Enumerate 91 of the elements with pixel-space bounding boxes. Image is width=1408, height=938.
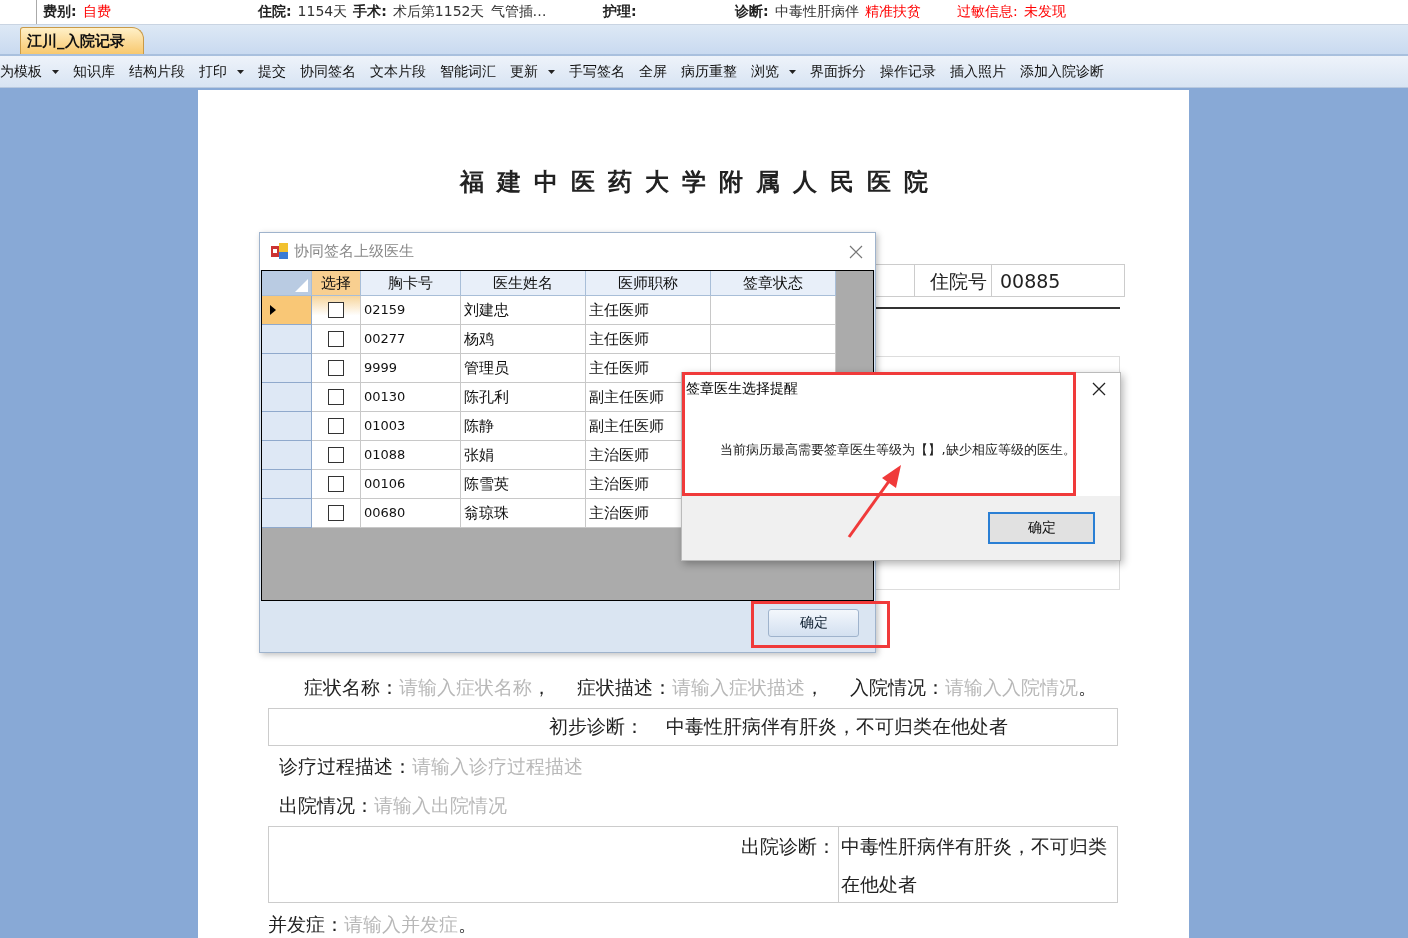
info-value: 1154天 bbox=[297, 3, 348, 21]
punctuation-mark: 。 bbox=[458, 912, 477, 937]
table-cell: 管理员 bbox=[461, 354, 586, 383]
field-label: 入院情况： bbox=[850, 675, 945, 700]
checkbox[interactable] bbox=[328, 302, 344, 318]
field-value: 中毒性肝病伴有肝炎，不可归类在他处者 bbox=[666, 714, 1008, 739]
confirm-button[interactable]: 确定 bbox=[768, 609, 859, 637]
table-cell: 02159 bbox=[361, 296, 461, 325]
checkbox[interactable] bbox=[328, 447, 344, 463]
table-cell: 01088 bbox=[361, 441, 461, 470]
table-cell: 00130 bbox=[361, 383, 461, 412]
current-row-icon bbox=[270, 305, 276, 315]
table-cell: 张娟 bbox=[461, 441, 586, 470]
toolbar-button[interactable]: 界面拆分 bbox=[810, 62, 866, 81]
table-cell: 00680 bbox=[361, 499, 461, 528]
toolbar-button[interactable]: 智能词汇 bbox=[440, 62, 496, 81]
table-cell: 01003 bbox=[361, 412, 461, 441]
alert-text: 过敏信息: bbox=[957, 3, 1018, 21]
alert-text: 自费 bbox=[82, 3, 111, 21]
column-header[interactable]: 选择 bbox=[312, 271, 361, 296]
toolbar-button[interactable]: 插入照片 bbox=[950, 62, 1006, 81]
table-cell: 陈静 bbox=[461, 412, 586, 441]
alert-text: 未发现 bbox=[1023, 3, 1066, 21]
toolbar-button[interactable]: 浏览 bbox=[751, 62, 779, 81]
document-tab[interactable]: 江川_入院记录 bbox=[20, 27, 144, 54]
caret-icon[interactable] bbox=[52, 69, 59, 74]
punctuation-mark: ， bbox=[805, 675, 824, 700]
field-value: 中毒性肝病伴有肝炎，不可归类在他处者 bbox=[840, 834, 1108, 897]
field-label: 住院号 bbox=[915, 265, 992, 296]
field-label: 初步诊断： bbox=[549, 714, 644, 739]
toolbar-button[interactable]: 文本片段 bbox=[370, 62, 426, 81]
toolbar-button[interactable]: 全屏 bbox=[639, 62, 667, 81]
alert-text: 精准扶贫 bbox=[864, 3, 921, 21]
toolbar-button[interactable]: 提交 bbox=[258, 62, 286, 81]
column-header[interactable]: 医师职称 bbox=[586, 271, 711, 296]
info-label: 护理: bbox=[603, 3, 637, 21]
caret-icon[interactable] bbox=[789, 69, 796, 74]
punctuation-mark: 。 bbox=[1078, 675, 1097, 700]
app-icon bbox=[271, 243, 288, 260]
alert-message: 当前病历最高需要签章医生等级为【】,缺少相应等级的医生。 bbox=[719, 441, 1077, 459]
table-cell: 00106 bbox=[361, 470, 461, 499]
toolbar-button[interactable]: 打印 bbox=[199, 62, 227, 81]
row-header[interactable] bbox=[262, 296, 312, 325]
column-header[interactable]: 签章状态 bbox=[711, 271, 836, 296]
info-value: 中毒性肝病伴 bbox=[774, 3, 859, 21]
table-cell: 9999 bbox=[361, 354, 461, 383]
table-cell: 陈雪英 bbox=[461, 470, 586, 499]
toolbar-button[interactable]: 协同签名 bbox=[300, 62, 356, 81]
toolbar-button[interactable]: 为模板 bbox=[0, 62, 42, 81]
info-label: 手术: bbox=[353, 3, 387, 21]
toolbar-button[interactable]: 添加入院诊断 bbox=[1020, 62, 1104, 81]
toolbar-button[interactable]: 病历重整 bbox=[681, 62, 737, 81]
field-label: 诊疗过程描述： bbox=[279, 754, 412, 779]
checkbox[interactable] bbox=[328, 418, 344, 434]
field-value: 00885 bbox=[999, 269, 1062, 294]
table-cell: 翁琼珠 bbox=[461, 499, 586, 528]
confirm-button[interactable]: 确定 bbox=[988, 512, 1095, 544]
field-label: 出院情况： bbox=[279, 793, 374, 818]
info-value: 术后第1152天 bbox=[392, 3, 485, 21]
info-label: 诊断: bbox=[735, 3, 769, 21]
table-cell: 主任医师 bbox=[586, 296, 711, 325]
caret-icon[interactable] bbox=[237, 69, 244, 74]
info-label: 住院: bbox=[258, 3, 292, 21]
checkbox[interactable] bbox=[328, 505, 344, 521]
dialog-title: 协同签名上级医生 bbox=[294, 242, 415, 261]
close-icon[interactable] bbox=[1092, 382, 1106, 396]
info-label: 费别: bbox=[43, 3, 77, 21]
field-label: 并发症： bbox=[268, 912, 344, 937]
hospital-title: 福建中医药大学附属人民医院 bbox=[458, 166, 942, 198]
punctuation-mark: ， bbox=[532, 675, 551, 700]
toolbar-button[interactable]: 更新 bbox=[510, 62, 538, 81]
checkbox[interactable] bbox=[328, 331, 344, 347]
column-header[interactable]: 胸卡号 bbox=[361, 271, 461, 296]
toolbar-button[interactable]: 手写签名 bbox=[569, 62, 625, 81]
checkbox[interactable] bbox=[328, 476, 344, 492]
caret-icon[interactable] bbox=[548, 69, 555, 74]
table-cell: 陈孔利 bbox=[461, 383, 586, 412]
info-value: 气管插… bbox=[490, 3, 547, 21]
table-cell: 主任医师 bbox=[586, 325, 711, 354]
checkbox[interactable] bbox=[328, 389, 344, 405]
table-cell: 杨鸡 bbox=[461, 325, 586, 354]
column-header[interactable]: 医生姓名 bbox=[461, 271, 586, 296]
toolbar-button[interactable]: 知识库 bbox=[73, 62, 115, 81]
table-cell: 刘建忠 bbox=[461, 296, 586, 325]
checkbox[interactable] bbox=[328, 360, 344, 376]
toolbar-button[interactable]: 结构片段 bbox=[129, 62, 185, 81]
field-label: 症状描述： bbox=[577, 675, 672, 700]
field-label: 出院诊断： bbox=[269, 827, 839, 902]
field-label: 症状名称： bbox=[304, 675, 399, 700]
table-cell: 00277 bbox=[361, 325, 461, 354]
toolbar-button[interactable]: 操作记录 bbox=[880, 62, 936, 81]
